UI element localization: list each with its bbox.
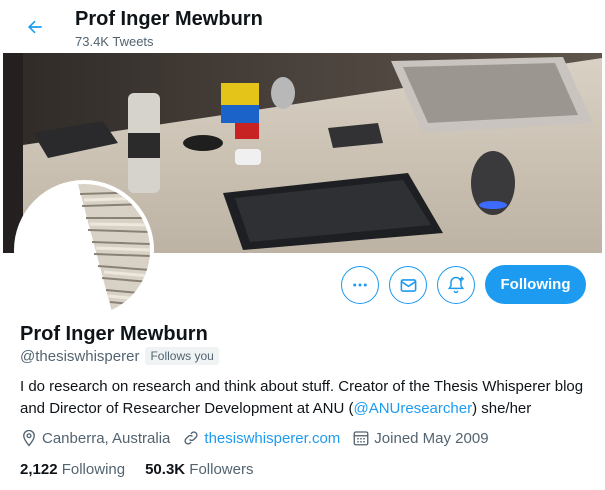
- back-button[interactable]: [18, 10, 52, 44]
- follows-you-badge: Follows you: [145, 347, 219, 365]
- profile-name: Prof Inger Mewburn: [20, 323, 208, 345]
- location-text: Canberra, Australia: [42, 429, 171, 447]
- joined-date: Joined May 2009: [352, 429, 489, 447]
- website-link[interactable]: thesiswhisperer.com: [204, 430, 340, 447]
- followers-stat[interactable]: 50.3K Followers: [145, 461, 253, 478]
- location-icon: [23, 429, 35, 447]
- notifications-button[interactable]: [437, 266, 475, 304]
- tweet-count: 73.4K Tweets: [75, 34, 154, 49]
- link-icon: [184, 431, 198, 445]
- avatar[interactable]: [14, 180, 154, 320]
- website: thesiswhisperer.com: [182, 429, 340, 447]
- profile-meta: Canberra, Australia thesiswhisperer.com …: [20, 429, 501, 447]
- more-icon: [353, 283, 367, 287]
- calendar-icon: [353, 431, 369, 446]
- top-bar: Prof Inger Mewburn 73.4K Tweets: [0, 0, 605, 53]
- bell-plus-icon: [447, 276, 465, 294]
- joined-text: Joined May 2009: [374, 429, 489, 447]
- handle-row: @thesiswhisperer Follows you: [20, 347, 219, 365]
- more-options-button[interactable]: [341, 266, 379, 304]
- following-stat[interactable]: 2,122 Following: [20, 461, 125, 478]
- message-button[interactable]: [389, 266, 427, 304]
- mail-icon: [400, 278, 416, 292]
- following-button[interactable]: Following: [485, 265, 586, 304]
- location: Canberra, Australia: [20, 429, 170, 447]
- following-count: 2,122: [20, 461, 58, 478]
- profile-bio: I do research on research and think abou…: [20, 376, 590, 420]
- avatar-image: [18, 184, 150, 316]
- following-label: Following: [61, 461, 126, 478]
- header-title: Prof Inger Mewburn: [75, 8, 263, 30]
- profile-handle: @thesiswhisperer: [20, 347, 140, 365]
- follow-stats: 2,122 Following 50.3K Followers: [20, 461, 273, 478]
- followers-count: 50.3K: [145, 461, 186, 478]
- bio-text-end: ) she/her: [472, 400, 532, 417]
- bio-mention-link[interactable]: @ANUresearcher: [353, 400, 472, 417]
- arrow-left-icon: [28, 20, 42, 34]
- followers-label: Followers: [189, 461, 254, 478]
